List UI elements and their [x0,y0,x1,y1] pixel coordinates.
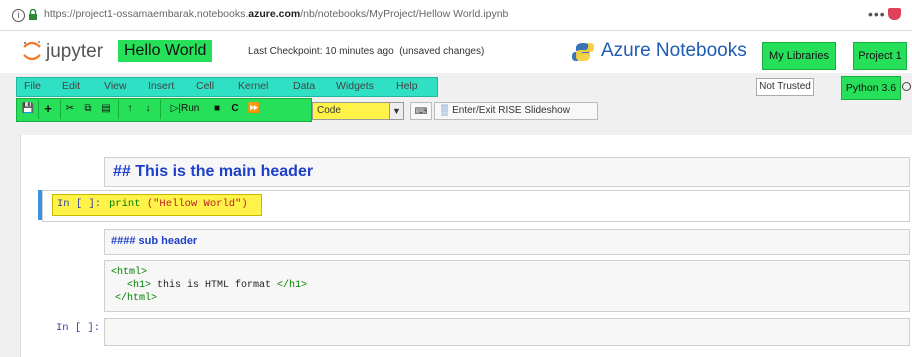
markdown-cell-html[interactable]: <html> <h1> this is HTML format </h1> </… [104,260,910,312]
kernel-name[interactable]: Python 3.6 [841,76,901,100]
more-icon[interactable]: ••• [868,6,886,22]
jupyter-wordmark[interactable]: jupyter [46,41,103,63]
kernel-idle-icon [902,82,911,91]
copy-icon[interactable]: ⧉ [80,101,96,117]
menu-widgets[interactable]: Widgets [336,80,374,92]
menu-insert[interactable]: Insert [148,80,174,92]
stop-icon[interactable]: ■ [210,101,224,117]
my-libraries-button[interactable]: My Libraries [762,42,836,70]
html-line-2: <h1> this is HTML format </h1> [127,280,308,291]
move-down-icon[interactable]: ↓ [140,101,156,117]
restart-icon[interactable]: C [228,101,242,117]
python-logo-icon [572,43,594,61]
add-cell-icon[interactable]: + [40,101,56,117]
toolbar-divider [38,100,39,119]
markdown-cell-main-header[interactable]: ## This is the main header [104,157,910,187]
checkpoint-status: Last Checkpoint: 10 minutes ago (unsaved… [248,46,485,57]
code-argument: ("Hellow World") [146,198,248,210]
save-icon[interactable]: 💾 [20,101,36,117]
cell-type-select[interactable]: Code [312,102,390,120]
info-icon[interactable]: i [12,9,25,22]
menu-edit[interactable]: Edit [62,80,80,92]
move-up-icon[interactable]: ↑ [122,101,138,117]
code-source[interactable]: print ("Hellow World") [109,198,248,210]
menu-kernel[interactable]: Kernel [238,80,268,92]
input-prompt: In [ ]: [56,322,101,334]
notebook-name[interactable]: Hello World [118,40,213,62]
menu-help[interactable]: Help [396,80,418,92]
run-button[interactable]: ▷|Run [163,101,207,117]
paste-icon[interactable]: ▤ [98,101,114,117]
cut-icon[interactable]: ✂ [62,101,78,117]
jupyter-logo-icon [23,41,41,61]
menu-cell[interactable]: Cell [196,80,214,92]
lock-icon [29,9,37,20]
azure-notebooks-title[interactable]: Azure Notebooks [601,40,747,62]
html-line-3: </html> [115,293,158,304]
run-label: Run [180,103,200,114]
pocket-icon[interactable] [888,8,901,20]
markdown-cell-sub-header[interactable]: #### sub header [104,229,910,255]
rise-slideshow-button[interactable]: ▒ Enter/Exit RISE Slideshow [434,102,598,120]
code-cell-empty[interactable] [104,318,910,346]
url-text[interactable]: https://project1-ossamaembarak.notebooks… [44,8,508,20]
code-keyword: print [109,198,141,210]
html-line-1: <html> [111,267,148,278]
menu-view[interactable]: View [104,80,127,92]
restart-run-all-icon[interactable]: ⏩ [246,101,262,117]
keyboard-icon[interactable]: ⌨ [410,102,432,120]
rise-label: Enter/Exit RISE Slideshow [452,105,570,116]
code-cell-highlight[interactable]: In [ ]: print ("Hellow World") [52,194,262,216]
menu-file[interactable]: File [24,80,41,92]
menu-data[interactable]: Data [293,80,315,92]
bar-chart-icon: ▒ [441,105,449,116]
project-button[interactable]: Project 1 [853,42,907,70]
browser-address-bar[interactable]: i https://project1-ossamaembarak.noteboo… [0,0,912,31]
markdown-source: ## This is the main header [113,163,314,180]
toolbar-divider [118,100,119,119]
toolbar-divider [60,100,61,119]
input-prompt: In [ ]: [57,198,102,210]
toolbar-divider [160,100,161,119]
chevron-down-icon[interactable]: ▼ [389,102,404,120]
markdown-source: #### sub header [111,235,198,247]
trust-status[interactable]: Not Trusted [756,78,814,96]
run-icon: ▷| [170,103,181,114]
